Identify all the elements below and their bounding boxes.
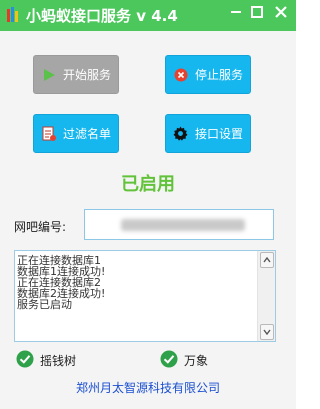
wanxiang-status: 万象 [160,350,208,371]
interface-settings-label: 接口设置 [194,127,243,141]
log-scrollbar[interactable] [257,251,275,341]
scroll-up-icon[interactable] [260,252,274,268]
filter-list-button[interactable]: 过滤名单 [33,114,119,153]
title-bar[interactable]: 小蚂蚁接口服务 v 4.4 [0,0,296,31]
start-service-button[interactable]: 开始服务 [33,55,119,94]
yaoqianshu-label: 摇钱树 [40,354,77,368]
gear-icon [173,126,189,142]
play-icon [41,67,57,83]
interface-settings-button[interactable]: 接口设置 [165,114,251,153]
filter-list-label: 过滤名单 [62,127,111,141]
service-status-text: 已启用 [121,174,175,195]
document-list-icon [41,126,57,142]
wangba-id-label: 网吧编号: [14,220,67,234]
app-icon [6,7,20,23]
scroll-down-icon[interactable] [260,324,274,340]
log-textarea[interactable]: 正在连接数据库1 数据库1连接成功! 正在连接数据库2 数据库2连接成功! 服务… [14,250,276,342]
yaoqianshu-status: 摇钱树 [16,350,76,371]
wangba-id-field[interactable] [84,209,274,240]
maximize-button[interactable] [245,0,269,24]
window-title: 小蚂蚁接口服务 v 4.4 [26,7,178,25]
close-button[interactable] [268,0,294,24]
check-circle-icon [160,350,178,371]
stop-icon [173,67,189,83]
wanxiang-label: 万象 [184,354,209,368]
stop-service-label: 停止服务 [194,68,243,82]
redacted-value [121,219,245,231]
stop-service-button[interactable]: 停止服务 [165,55,251,94]
company-footer: 郑州月太智源科技有限公司 [75,381,220,395]
start-service-label: 开始服务 [62,68,111,82]
log-text: 正在连接数据库1 数据库1连接成功! 正在连接数据库2 数据库2连接成功! 服务… [17,254,106,311]
check-circle-icon [16,350,34,371]
